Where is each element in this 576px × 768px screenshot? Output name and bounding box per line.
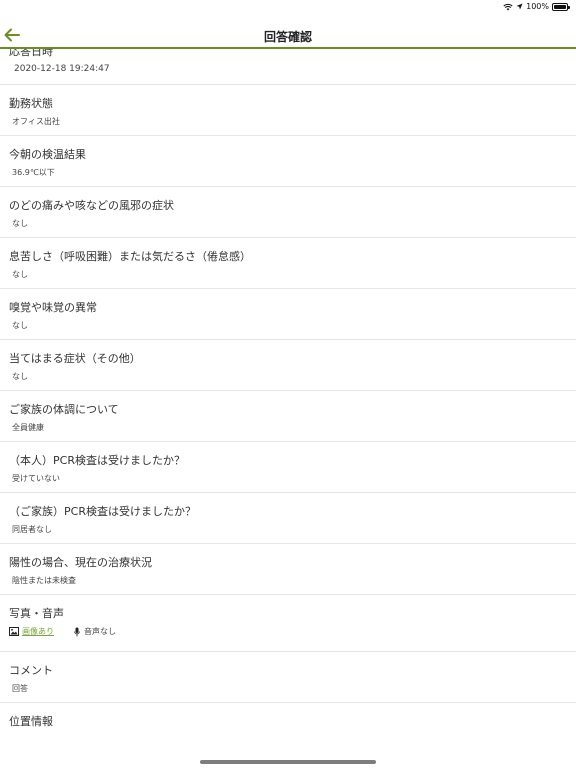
home-indicator[interactable]	[200, 760, 376, 764]
wifi-icon	[503, 3, 513, 10]
list-item-family-health: ご家族の体調について 全員健康	[0, 391, 576, 442]
media-row: 画像あり 音声なし	[9, 626, 116, 637]
item-label: （本人）PCR検査は受けましたか？	[9, 454, 185, 467]
list-item-other-symptoms: 当てはまる症状（その他） なし	[0, 340, 576, 391]
list-item-pcr-self: （本人）PCR検査は受けましたか？ 受けていない	[0, 442, 576, 493]
item-label: 勤務状態	[9, 97, 53, 110]
battery-icon	[552, 2, 570, 11]
item-label: 陽性の場合、現在の治療状況	[9, 556, 152, 569]
image-link[interactable]: 画像あり	[22, 626, 54, 637]
item-value: なし	[12, 270, 28, 279]
item-label: 当てはまる症状（その他）	[9, 352, 141, 365]
list-item-temperature: 今朝の検温結果 36.9℃以下	[0, 136, 576, 187]
status-indicators: 100%	[503, 2, 570, 11]
item-value: 陰性または未検査	[12, 576, 76, 585]
item-label: 写真・音声	[9, 607, 64, 620]
list-item-comment: コメント 回答	[0, 652, 576, 703]
list-item-response-datetime: 応答日時 2020-12-18 19:24:47	[0, 49, 576, 85]
item-label: のどの痛みや咳などの風邪の症状	[9, 199, 174, 212]
page-title: 回答確認	[263, 30, 312, 44]
location-arrow-icon	[516, 3, 523, 10]
item-value: 2020-12-18 19:24:47	[14, 64, 110, 74]
item-label: 嗅覚や味覚の異常	[9, 301, 97, 314]
item-value: 36.9℃以下	[12, 168, 55, 177]
item-label: 息苦しさ（呼吸困難）または気だるさ（倦怠感）	[9, 250, 251, 263]
item-label: 今朝の検温結果	[9, 148, 86, 161]
item-label: （ご家族）PCR検査は受けましたか？	[9, 505, 196, 518]
list-item-treatment-status: 陽性の場合、現在の治療状況 陰性または未検査	[0, 544, 576, 595]
item-value: なし	[12, 219, 28, 228]
list-item-pcr-family: （ご家族）PCR検査は受けましたか？ 同居者なし	[0, 493, 576, 544]
item-label: 位置情報	[9, 715, 53, 728]
list-item-cold-symptoms: のどの痛みや咳などの風邪の症状 なし	[0, 187, 576, 238]
item-value: 同居者なし	[12, 525, 52, 534]
item-value: なし	[12, 321, 28, 330]
item-value: 受けていない	[12, 474, 60, 483]
item-label: 応答日時	[9, 49, 53, 58]
navigation-bar: 回答確認	[0, 16, 576, 49]
audio-status: 音声なし	[74, 626, 116, 637]
item-value: 全員健康	[12, 423, 44, 432]
item-value: 回答	[12, 684, 28, 693]
item-label: コメント	[9, 664, 53, 677]
list-item-breathing: 息苦しさ（呼吸困難）または気だるさ（倦怠感） なし	[0, 238, 576, 289]
audio-text: 音声なし	[84, 627, 116, 636]
list-item-photo-audio: 写真・音声 画像あり 音声なし	[0, 595, 576, 652]
microphone-icon	[74, 627, 80, 636]
item-value: なし	[12, 372, 28, 381]
list-item-smell-taste: 嗅覚や味覚の異常 なし	[0, 289, 576, 340]
item-value: オフィス出社	[12, 117, 60, 126]
answer-list: 応答日時 2020-12-18 19:24:47 勤務状態 オフィス出社 今朝の…	[0, 49, 576, 754]
list-item-work-status: 勤務状態 オフィス出社	[0, 85, 576, 136]
image-icon	[9, 627, 19, 636]
status-bar: 100%	[0, 0, 576, 16]
item-label: ご家族の体調について	[9, 403, 119, 416]
list-item-location: 位置情報	[0, 703, 576, 754]
battery-percentage: 100%	[526, 2, 549, 11]
